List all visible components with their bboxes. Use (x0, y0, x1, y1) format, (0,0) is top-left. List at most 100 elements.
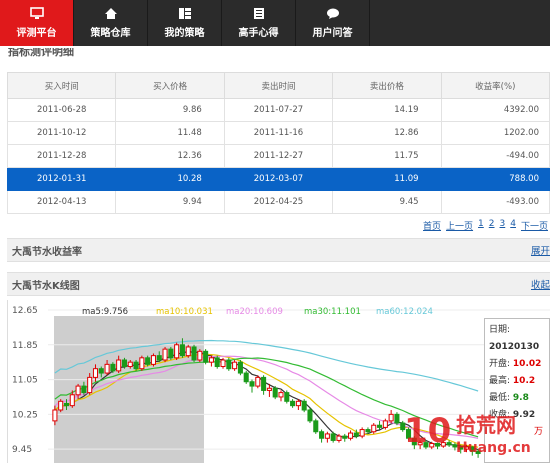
column-header-return-rate[interactable]: 收益率(%) (440, 72, 550, 99)
info-high-value: 10.2 (512, 376, 536, 386)
kline-collapse-link[interactable]: 收起 (531, 277, 550, 291)
candle-body[interactable] (266, 387, 272, 391)
candle-body[interactable] (214, 357, 220, 368)
candle-body[interactable] (319, 431, 325, 439)
candle-body[interactable] (75, 385, 81, 396)
nav-item-expert-insights[interactable]: 高手心得 (222, 0, 296, 46)
nav-item-user-qa[interactable]: 用户问答 (296, 0, 370, 46)
candle-body[interactable] (156, 355, 162, 361)
cell-return-rate: 1202.00 (440, 121, 550, 145)
candle-body[interactable] (353, 432, 359, 437)
column-header-buy-price[interactable]: 买入价格 (115, 72, 225, 99)
candle-body[interactable] (52, 409, 58, 422)
candle-body[interactable] (81, 385, 87, 394)
candle-body[interactable] (98, 368, 104, 374)
candle-body[interactable] (336, 435, 342, 441)
candle-body[interactable] (162, 348, 168, 361)
candle-body[interactable] (191, 346, 197, 361)
candle-body[interactable] (348, 432, 354, 439)
candle-body[interactable] (185, 346, 191, 357)
table-row[interactable]: 2011-12-28 12.36 2011-12-27 11.75 -494.0… (6, 144, 550, 168)
column-header-sell-time[interactable]: 卖出时间 (223, 72, 334, 99)
candle-body[interactable] (58, 400, 64, 411)
candle-body[interactable] (324, 433, 330, 439)
cell-buy-time: 2012-04-13 (6, 190, 117, 214)
candle-body[interactable] (249, 381, 255, 387)
pager-page-link[interactable]: 1 (478, 219, 484, 232)
candle-body[interactable] (301, 400, 307, 411)
candle-body[interactable] (87, 376, 93, 394)
nav-item-review-platform[interactable]: 评测平台 (0, 0, 74, 46)
table-row[interactable]: 2012-04-13 9.94 2012-04-25 9.45 -493.00 (6, 190, 550, 214)
candle-body[interactable] (133, 361, 139, 370)
pager-page-link[interactable]: 4 (510, 219, 516, 232)
y-tick-label: 11.85 (12, 341, 38, 351)
candle-body[interactable] (284, 392, 290, 402)
candle-body[interactable] (69, 394, 75, 407)
candle-body[interactable] (92, 368, 99, 378)
info-open-value: 10.02 (512, 359, 542, 369)
returns-expand-link[interactable]: 展开 (531, 243, 550, 257)
pager-page-link[interactable]: 2 (489, 219, 495, 232)
candle-body[interactable] (272, 387, 278, 398)
candle-body[interactable] (330, 433, 336, 441)
candle-body[interactable] (388, 413, 394, 422)
candle-body[interactable] (63, 402, 70, 407)
cell-buy-price: 12.36 (115, 144, 225, 168)
candle-body[interactable] (168, 348, 174, 359)
cell-buy-price: 10.28 (115, 167, 225, 191)
pager-first-link[interactable]: 首页 (423, 219, 441, 232)
candle-body[interactable] (295, 400, 301, 407)
candle-body[interactable] (116, 359, 122, 372)
candle-body[interactable] (377, 424, 383, 428)
candle-body[interactable] (371, 424, 377, 433)
candle-body[interactable] (313, 420, 319, 433)
candle-body[interactable] (174, 344, 180, 359)
table-row-selected[interactable]: 2012-01-31 10.28 2012-03-07 11.09 788.00 (6, 167, 550, 191)
nav-item-label: 我的策略 (164, 28, 205, 39)
cell-sell-price: 11.09 (332, 167, 442, 191)
candle-body[interactable] (307, 409, 313, 422)
candle-body[interactable] (226, 359, 232, 370)
candle-body[interactable] (342, 435, 348, 439)
candle-body[interactable] (150, 355, 156, 365)
candle-body[interactable] (104, 363, 110, 374)
table-row[interactable]: 2011-10-12 11.48 2011-11-16 12.86 1202.0… (6, 121, 550, 145)
ma-legend-label: ma5:9.756 (82, 307, 128, 317)
cell-sell-time: 2011-07-27 (223, 98, 334, 122)
candle-body[interactable] (232, 361, 238, 370)
candle-body[interactable] (255, 376, 261, 387)
pager-next-link[interactable]: 下一页 (521, 219, 548, 232)
candle-body[interactable] (179, 344, 185, 357)
cell-buy-price: 9.94 (115, 190, 225, 214)
candle-body[interactable] (394, 413, 400, 424)
nav-item-my-strategy[interactable]: 我的策略 (148, 0, 222, 46)
returns-section-header: 大禹节水收益率 展开 (7, 238, 550, 262)
table-row[interactable]: 2011-06-28 9.86 2011-07-27 14.19 4392.00 (6, 98, 550, 122)
candle-body[interactable] (382, 420, 388, 428)
ma-legend-label: ma20:10.609 (226, 307, 283, 317)
info-high-row: 最高: 10.2 (489, 373, 549, 390)
candle-body[interactable] (261, 376, 267, 391)
column-header-sell-price[interactable]: 卖出价格 (332, 72, 442, 99)
nav-item-strategy-store[interactable]: 策略仓库 (74, 0, 148, 46)
candle-body[interactable] (359, 429, 365, 437)
candle-body[interactable] (139, 357, 145, 370)
candle-body[interactable] (220, 359, 226, 368)
candle-body[interactable] (290, 400, 296, 407)
candle-body[interactable] (197, 350, 203, 361)
candle-body[interactable] (110, 363, 116, 372)
candle-body[interactable] (208, 357, 214, 363)
candle-body[interactable] (237, 361, 243, 374)
candle-body[interactable] (278, 392, 284, 398)
candle-body[interactable] (127, 361, 133, 368)
candle-body[interactable] (203, 350, 209, 363)
candle-body[interactable] (243, 372, 249, 383)
info-high-label: 最高: (489, 376, 511, 386)
pager-prev-link[interactable]: 上一页 (446, 219, 473, 232)
candle-body[interactable] (121, 359, 127, 368)
pager-page-link[interactable]: 3 (500, 219, 506, 232)
candle-body[interactable] (365, 429, 371, 433)
candle-body[interactable] (145, 357, 151, 365)
column-header-buy-time[interactable]: 买入时间 (6, 72, 117, 99)
